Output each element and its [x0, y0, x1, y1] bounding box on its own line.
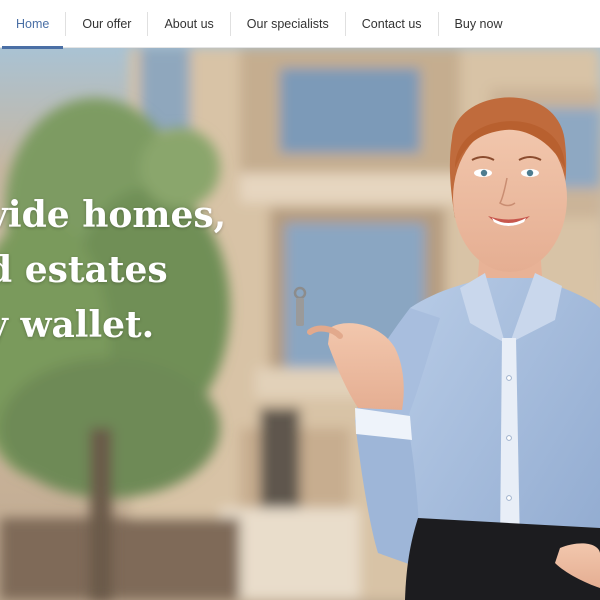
hero-headline-line-2: d estates [0, 249, 168, 291]
hero-headline: vide homes, d estates y wallet. [0, 188, 300, 353]
hero-banner: vide homes, d estates y wallet. [0, 48, 600, 600]
nav-our-offer[interactable]: Our offer [66, 0, 147, 48]
hero-headline-line-3: y wallet. [0, 304, 155, 346]
nav-buy-now[interactable]: Buy now [439, 0, 519, 48]
hero-headline-line-1: vide homes, [0, 194, 227, 236]
nav-about-us[interactable]: About us [148, 0, 229, 48]
nav-our-specialists[interactable]: Our specialists [231, 0, 345, 48]
nav-contact-us[interactable]: Contact us [346, 0, 438, 48]
nav-home[interactable]: Home [0, 0, 65, 49]
main-navbar: Home Our offer About us Our specialists … [0, 0, 600, 49]
